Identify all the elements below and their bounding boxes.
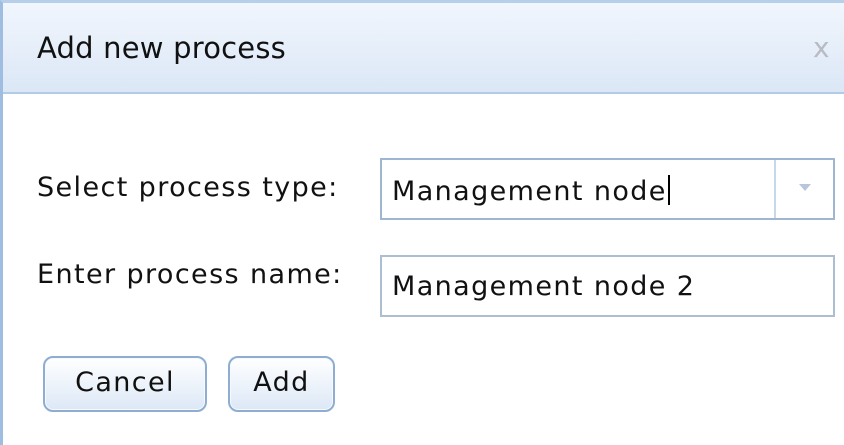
dialog-title: Add new process bbox=[37, 31, 286, 65]
process-type-label: Select process type: bbox=[37, 172, 339, 203]
process-type-value[interactable]: Management node bbox=[392, 175, 670, 207]
close-icon[interactable]: x bbox=[813, 33, 843, 63]
cancel-button[interactable]: Cancel bbox=[43, 356, 207, 412]
add-button[interactable]: Add bbox=[228, 356, 335, 412]
dialog-title-bar[interactable]: Add new process x bbox=[3, 3, 844, 94]
process-name-input[interactable] bbox=[380, 255, 835, 317]
process-type-select[interactable]: Management node bbox=[380, 158, 835, 220]
text-cursor bbox=[667, 175, 670, 205]
add-process-dialog: Add new process x Select process type: M… bbox=[0, 0, 844, 445]
chevron-down-icon bbox=[799, 184, 811, 191]
process-type-dropdown-button[interactable] bbox=[774, 160, 833, 218]
process-name-label: Enter process name: bbox=[37, 259, 343, 290]
